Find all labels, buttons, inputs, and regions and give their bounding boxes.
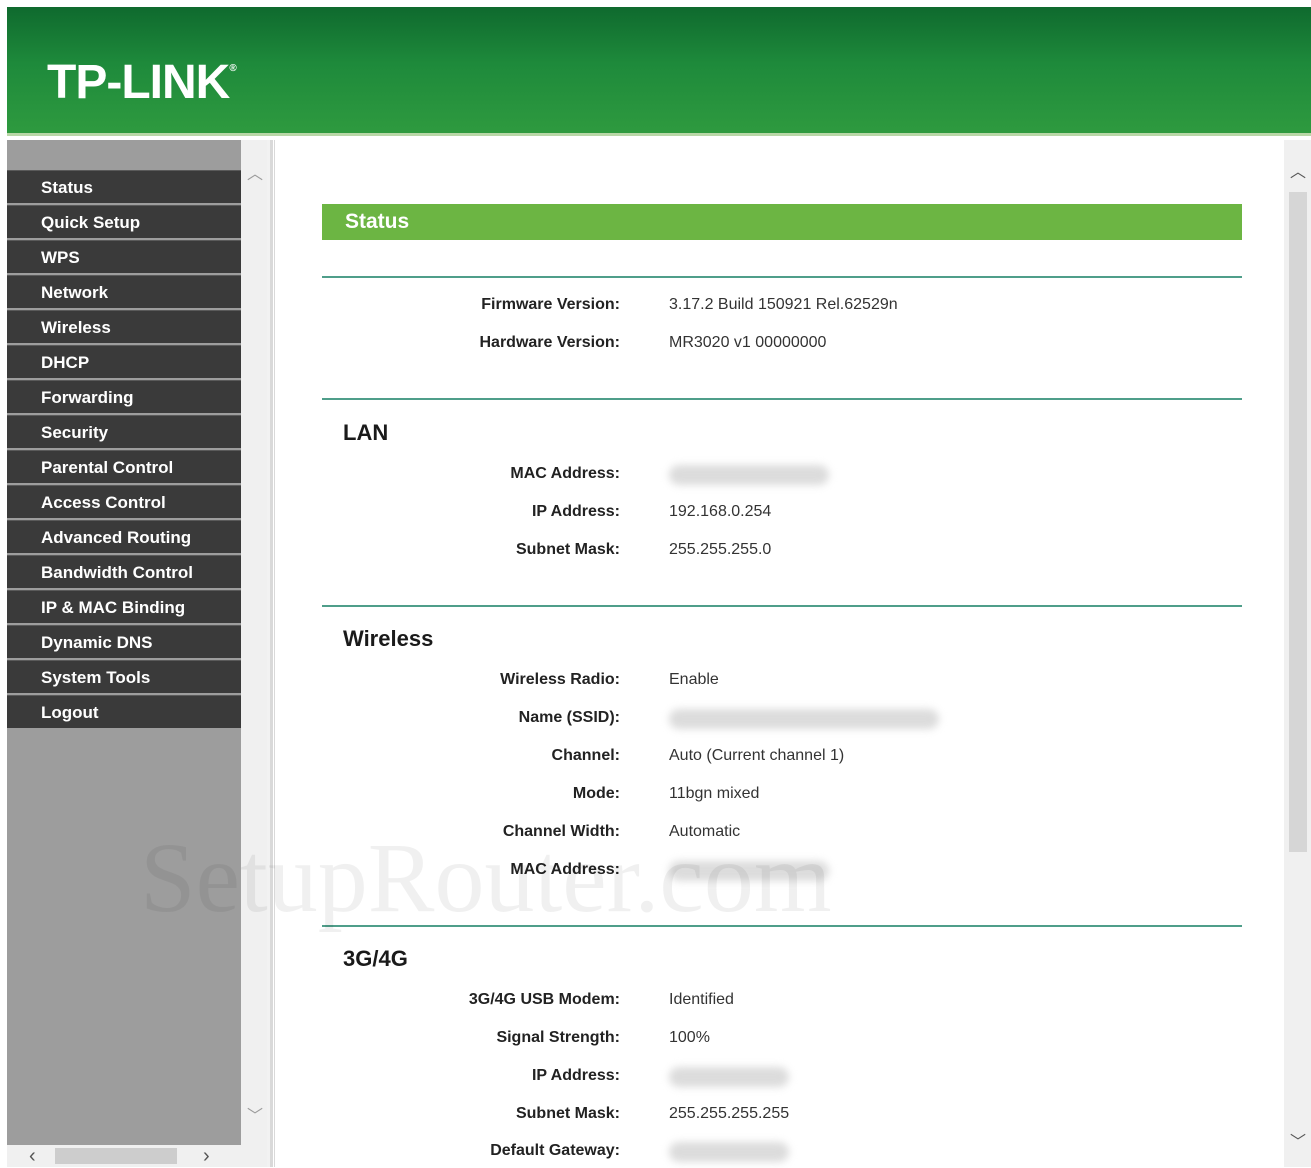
menu-item-wireless[interactable]: Wireless xyxy=(7,310,241,343)
wireless-channel-value: Auto (Current channel 1) xyxy=(669,747,845,764)
wireless-mac-row: MAC Address: xyxy=(275,861,1275,887)
header-banner: TP-LINK® xyxy=(7,7,1311,136)
logo-text: TP-LINK xyxy=(47,56,230,109)
lan-ip-label: IP Address: xyxy=(531,503,620,520)
chevron-up-icon[interactable]: ︿ xyxy=(247,160,263,184)
g34-gateway-label: Default Gateway: xyxy=(490,1142,620,1159)
g34-mask-row: Subnet Mask: 255.255.255.255 xyxy=(275,1105,1275,1131)
wireless-radio-value: Enable xyxy=(669,671,719,688)
menu-item-parental-control[interactable]: Parental Control xyxy=(7,450,241,483)
wireless-mode-label: Mode: xyxy=(572,785,620,802)
wireless-ssid-label: Name (SSID): xyxy=(518,709,620,726)
chevron-left-icon[interactable]: ‹ xyxy=(29,1145,36,1168)
tp-link-logo: TP-LINK® xyxy=(47,55,237,110)
wireless-mode-value: 11bgn mixed xyxy=(669,785,760,802)
wireless-mac-label: MAC Address: xyxy=(510,861,620,878)
chevron-down-icon[interactable]: ﹀ xyxy=(1290,1128,1306,1152)
menu-vertical-scrollbar[interactable]: ︿ ﹀ xyxy=(241,140,267,1145)
menu-item-quick-setup[interactable]: Quick Setup xyxy=(7,205,241,238)
wireless-width-label: Channel Width: xyxy=(502,823,620,840)
g34-section-title: 3G/4G xyxy=(343,946,408,971)
lan-mask-label: Subnet Mask: xyxy=(515,541,620,558)
page-title: Status xyxy=(322,204,1242,240)
hardware-label: Hardware Version: xyxy=(479,334,621,351)
firmware-row: Firmware Version: 3.17.2 Build 150921 Re… xyxy=(275,296,1275,322)
wireless-channel-label: Channel: xyxy=(551,747,620,764)
menu-item-dhcp[interactable]: DHCP xyxy=(7,345,241,378)
wireless-radio-row: Wireless Radio: Enable xyxy=(275,671,1275,697)
menu-item-security[interactable]: Security xyxy=(7,415,241,448)
logo-registered-mark: ® xyxy=(229,63,236,74)
hardware-row: Hardware Version: MR3020 v1 00000000 xyxy=(275,334,1275,360)
section-divider xyxy=(322,925,1242,927)
content-vertical-scrollbar[interactable]: ︿ ﹀ xyxy=(1284,140,1311,1167)
menu-item-ip-mac-binding[interactable]: IP & MAC Binding xyxy=(7,590,241,623)
lan-mac-label: MAC Address: xyxy=(510,465,620,482)
firmware-value: 3.17.2 Build 150921 Rel.62529n xyxy=(669,296,898,313)
menu-item-advanced-routing[interactable]: Advanced Routing xyxy=(7,520,241,553)
wireless-channel-row: Channel: Auto (Current channel 1) xyxy=(275,747,1275,773)
g34-signal-row: Signal Strength: 100% xyxy=(275,1029,1275,1055)
section-divider xyxy=(322,276,1242,278)
menu-item-dynamic-dns[interactable]: Dynamic DNS xyxy=(7,625,241,658)
menu-item-status[interactable]: Status xyxy=(7,170,241,203)
menu-horizontal-scroll-thumb[interactable] xyxy=(55,1148,177,1164)
wireless-width-row: Channel Width: Automatic xyxy=(275,823,1275,849)
g34-signal-value: 100% xyxy=(669,1029,710,1046)
g34-mask-label: Subnet Mask: xyxy=(515,1105,620,1122)
g34-modem-label: 3G/4G USB Modem: xyxy=(468,991,620,1008)
lan-ip-value: 192.168.0.254 xyxy=(669,503,772,520)
wireless-mac-value-redacted xyxy=(669,861,829,881)
wireless-radio-label: Wireless Radio: xyxy=(500,671,620,688)
g34-modem-value: Identified xyxy=(669,991,734,1008)
menu-horizontal-scrollbar[interactable]: ‹ › xyxy=(7,1145,267,1167)
menu-panel: Status Quick Setup WPS Network Wireless … xyxy=(7,140,241,1145)
sidebar-menu: Status Quick Setup WPS Network Wireless … xyxy=(7,170,241,730)
content-scroll-thumb[interactable] xyxy=(1289,192,1307,852)
menu-frame: Status Quick Setup WPS Network Wireless … xyxy=(7,140,273,1167)
hardware-value: MR3020 v1 00000000 xyxy=(669,334,827,351)
g34-ip-row: IP Address: xyxy=(275,1067,1275,1093)
lan-ip-row: IP Address: 192.168.0.254 xyxy=(275,503,1275,529)
menu-item-network[interactable]: Network xyxy=(7,275,241,308)
lan-mac-value-redacted xyxy=(669,465,829,485)
lan-section-title: LAN xyxy=(343,420,389,445)
lan-mac-row: MAC Address: xyxy=(275,465,1275,491)
lan-mask-row: Subnet Mask: 255.255.255.0 xyxy=(275,541,1275,567)
g34-ip-value-redacted xyxy=(669,1067,789,1087)
section-divider xyxy=(322,605,1242,607)
chevron-down-icon[interactable]: ﹀ xyxy=(247,1102,263,1126)
chevron-right-icon[interactable]: › xyxy=(203,1145,210,1168)
section-divider xyxy=(322,398,1242,400)
menu-item-access-control[interactable]: Access Control xyxy=(7,485,241,518)
status-content: Status Firmware Version: 3.17.2 Build 15… xyxy=(274,140,1285,1167)
g34-ip-label: IP Address: xyxy=(531,1067,620,1084)
menu-item-bandwidth-control[interactable]: Bandwidth Control xyxy=(7,555,241,588)
wireless-mode-row: Mode: 11bgn mixed xyxy=(275,785,1275,811)
menu-item-wps[interactable]: WPS xyxy=(7,240,241,273)
g34-gateway-value-redacted xyxy=(669,1142,789,1162)
g34-gateway-row: Default Gateway: xyxy=(275,1142,1275,1168)
chevron-up-icon[interactable]: ︿ xyxy=(1290,158,1306,182)
menu-item-forwarding[interactable]: Forwarding xyxy=(7,380,241,413)
lan-mask-value: 255.255.255.0 xyxy=(669,541,772,558)
wireless-ssid-value-redacted xyxy=(669,709,939,729)
wireless-width-value: Automatic xyxy=(669,823,741,840)
g34-mask-value: 255.255.255.255 xyxy=(669,1105,790,1122)
firmware-label: Firmware Version: xyxy=(481,296,620,313)
menu-item-logout[interactable]: Logout xyxy=(7,695,241,728)
wireless-section-title: Wireless xyxy=(343,626,434,651)
menu-item-system-tools[interactable]: System Tools xyxy=(7,660,241,693)
g34-modem-row: 3G/4G USB Modem: Identified xyxy=(275,991,1275,1017)
wireless-ssid-row: Name (SSID): xyxy=(275,709,1275,735)
g34-signal-label: Signal Strength: xyxy=(496,1029,620,1046)
